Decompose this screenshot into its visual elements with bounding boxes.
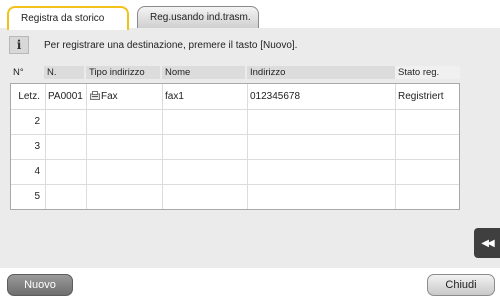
row-index: 4 <box>34 166 40 177</box>
col-header-status: Stato reg. <box>395 66 460 79</box>
row-index: 5 <box>34 191 40 202</box>
table-row[interactable]: 3 <box>11 134 459 159</box>
row-index: Letz. <box>18 91 40 102</box>
row-name: fax1 <box>165 91 184 102</box>
col-header-address-type: Tipo indirizzo <box>86 66 160 79</box>
row-address: 012345678 <box>250 91 301 102</box>
tab-by-transmission-address[interactable]: Reg.usando ind.trasm. <box>137 6 259 28</box>
row-index: 2 <box>34 116 40 127</box>
table-row[interactable]: 5 <box>11 184 459 209</box>
col-header-address: Indirizzo <box>247 66 395 79</box>
double-left-arrow-icon: ◀◀ <box>481 237 494 249</box>
table-body: Letz. PA0001 Fax fax1 012345678 Registri… <box>10 83 460 210</box>
col-header-index: N° <box>13 67 24 78</box>
info-icon: i <box>9 36 29 54</box>
table-header: N° N. Tipo indirizzo Nome Indirizzo Stat… <box>10 66 460 79</box>
table-row[interactable]: 4 <box>11 159 459 184</box>
info-message: Per registrare una destinazione, premere… <box>44 40 298 51</box>
row-number: PA0001 <box>48 91 83 102</box>
row-address-type: Fax <box>87 84 162 109</box>
col-header-number: N. <box>44 66 84 79</box>
collapse-panel-button[interactable]: ◀◀ <box>474 228 500 258</box>
row-index: 3 <box>34 141 40 152</box>
row-status: Registriert <box>398 91 444 102</box>
col-header-name: Nome <box>162 66 245 79</box>
table-row[interactable]: Letz. PA0001 Fax fax1 012345678 Registri… <box>11 84 459 109</box>
table-row[interactable]: 2 <box>11 109 459 134</box>
fax-icon <box>90 85 100 100</box>
bottom-bar: Nuovo Chiudi <box>0 270 500 300</box>
close-button[interactable]: Chiudi <box>427 274 495 296</box>
new-button[interactable]: Nuovo <box>7 274 73 296</box>
tab-history[interactable]: Registra da storico <box>7 6 129 30</box>
address-type-label: Fax <box>101 91 118 102</box>
